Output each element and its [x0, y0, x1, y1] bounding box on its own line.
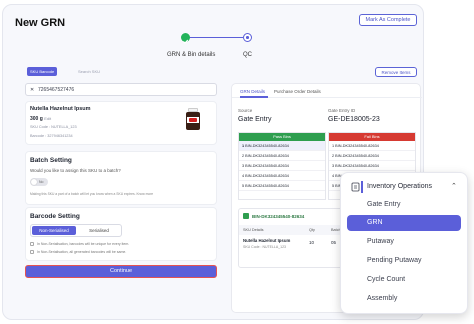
step2-circle-icon	[243, 33, 252, 42]
row-qty: 10	[309, 240, 315, 245]
fail-bins-header: Fail Bins	[329, 133, 415, 141]
barcode-note-1: In Non-Serialisation, barcodes will be u…	[37, 242, 130, 246]
product-sku: SKU Code : NUTELLA_123	[30, 125, 77, 129]
barcode-heading: Barcode Setting	[30, 213, 80, 220]
gate-entry-value: GE-DE18005-23	[328, 116, 380, 123]
product-qty: 300 g Edit	[30, 116, 52, 122]
checkbox-1[interactable]	[30, 242, 34, 246]
non-serialised-option[interactable]: Non-Serialised	[32, 226, 76, 235]
batch-heading: Batch Setting	[30, 157, 72, 164]
active-tab-underline	[240, 96, 268, 98]
continue-button[interactable]: Continue	[25, 265, 217, 278]
pass-bin-row[interactable]: 3 BIN-DK324345540-82634	[239, 161, 325, 171]
menu-header-accent	[361, 181, 363, 193]
col-sku-details: SKU Details	[243, 228, 264, 232]
tab-grn-details[interactable]: GRN Details	[240, 89, 265, 94]
page-title: New GRN	[15, 17, 66, 29]
tab-search-sku[interactable]: Search SKU	[75, 67, 103, 76]
bin-tag: BIN-DK324345540-82634	[252, 214, 305, 219]
barcode-note-2: In Non-Serialisation, all generated barc…	[37, 250, 127, 254]
product-card: Nutella Hazelnut Ipsum 300 g Edit SKU Co…	[25, 101, 217, 145]
source-label: Source	[238, 108, 253, 113]
right-tabs: GRN Details Purchase Order Details	[232, 84, 422, 98]
menu-item-putaway[interactable]: Putaway	[347, 234, 461, 250]
pass-bin-row[interactable]: 1 BIN-DK324345540-82634	[239, 141, 325, 151]
mark-complete-button[interactable]: Mark As Complete	[359, 14, 417, 26]
fail-bin-row[interactable]: 3 BIN-DK324345540-82634	[329, 161, 415, 171]
stepper-line	[187, 37, 243, 38]
batch-note: Making this SKU a part of a batch will l…	[30, 192, 154, 196]
pass-bins-table: Pass Bins 1 BIN-DK324345540-82634 2 BIN-…	[238, 132, 326, 200]
tab-sku-barcode[interactable]: SKU Barcode	[27, 67, 58, 76]
step1-check-icon	[181, 33, 190, 44]
tab-purchase-order[interactable]: Purchase Order Details	[274, 89, 321, 94]
left-panel: SKU Barcode Search SKU ✕ 7265467527476 N…	[21, 61, 217, 285]
product-barcode: Barcode : 327946341234	[30, 134, 73, 138]
bin-tag-icon	[243, 213, 249, 219]
serialisation-toggle: Non-Serialised Serialised	[30, 224, 122, 237]
menu-item-pending-putaway[interactable]: Pending Putaway	[347, 253, 461, 269]
chevron-up-icon[interactable]: ⌃	[451, 182, 457, 190]
bin-detail-card: BIN-DK324345540-82634 SKU Details Qty Ba…	[238, 208, 348, 268]
remove-items-button[interactable]: Remove Items	[375, 67, 417, 77]
table-row[interactable]: Nutella Hazelnut Ipsum SKU Code : NUTELL…	[239, 237, 347, 253]
product-name: Nutella Hazelnut Ipsum	[30, 106, 91, 112]
barcode-value: 7265467527476	[38, 87, 75, 93]
batch-setting-card: Batch Setting Would you like to assign t…	[25, 151, 217, 205]
product-qty-unit: Edit	[44, 116, 52, 121]
pass-bin-row[interactable]: 4 BIN-DK324345540-82634	[239, 171, 325, 181]
fail-bin-row[interactable]: 2 BIN-DK324345540-82634	[329, 151, 415, 161]
menu-item-grn[interactable]: GRN	[347, 215, 461, 231]
batch-toggle-label: No	[39, 179, 44, 184]
pass-bin-row[interactable]: 2 BIN-DK324345540-82634	[239, 151, 325, 161]
menu-heading: Inventory Operations	[367, 183, 432, 190]
sku-table-header: SKU Details Qty Batches	[239, 225, 347, 235]
step2-label: QC	[243, 52, 252, 58]
menu-item-cycle-count[interactable]: Cycle Count	[347, 272, 461, 288]
gate-entry-label: Gate Entry ID	[328, 108, 356, 113]
barcode-input[interactable]: ✕ 7265467527476	[25, 83, 217, 96]
barcode-setting-card: Barcode Setting Non-Serialised Serialise…	[25, 207, 217, 261]
checkbox-2[interactable]	[30, 250, 34, 254]
pass-bin-row[interactable]: 5 BIN-DK324345540-82634	[239, 181, 325, 191]
pass-bins-header: Pass Bins	[239, 133, 325, 141]
step1-label: GRN & Bin details	[167, 52, 216, 58]
inventory-box-icon	[351, 182, 360, 192]
row-sku-code: SKU Code : NUTELLA_123	[243, 245, 286, 249]
row-batches: 05	[331, 240, 337, 245]
source-value: Gate Entry	[238, 116, 272, 123]
inventory-operations-menu: Inventory Operations ⌃ Gate Entry GRN Pu…	[340, 172, 468, 314]
serialised-option[interactable]: Serialised	[78, 226, 120, 235]
row-sku-name: Nutella Hazelnut Ipsum	[243, 238, 291, 243]
menu-header[interactable]: Inventory Operations ⌃	[347, 179, 461, 195]
canvas: New GRN Mark As Complete GRN & Bin detai…	[0, 0, 474, 324]
menu-item-assembly[interactable]: Assembly	[347, 291, 461, 307]
batch-toggle[interactable]: No	[30, 178, 48, 186]
close-icon[interactable]: ✕	[30, 87, 34, 93]
menu-item-gate-entry[interactable]: Gate Entry	[347, 197, 461, 213]
nutella-jar-image	[186, 108, 200, 130]
fail-bin-row[interactable]: 1 BIN-DK324345540-82634	[329, 141, 415, 151]
batch-question: Would you like to assign this SKU to a b…	[30, 168, 121, 173]
col-qty: Qty	[309, 228, 315, 232]
